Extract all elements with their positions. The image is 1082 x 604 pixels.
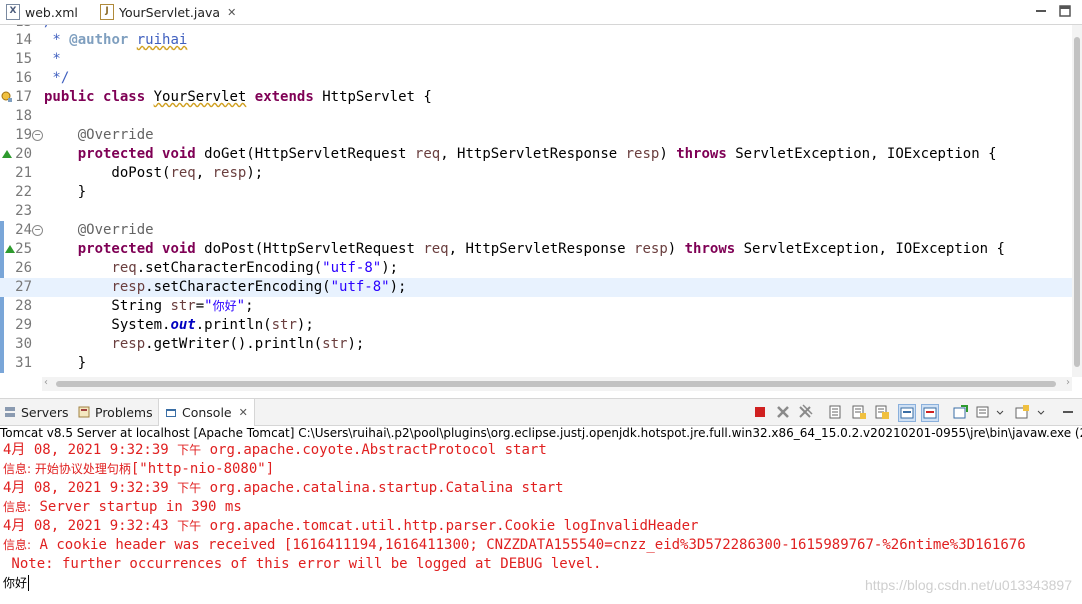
code-line: 30 resp.getWriter().println(str); xyxy=(15,336,365,352)
code-line: 18 xyxy=(15,108,32,124)
clear-console-icon[interactable] xyxy=(828,404,844,420)
editor-horizontal-scrollbar[interactable]: ‹ › xyxy=(42,377,1072,391)
tab-problems[interactable]: Problems xyxy=(78,399,153,425)
code-line: 31 } xyxy=(15,355,87,371)
tab-label: Servers xyxy=(21,404,69,420)
console-line: 信息: Server startup in 390 ms xyxy=(3,499,242,515)
close-icon[interactable]: ✕ xyxy=(239,406,248,419)
tab-label: YourServlet.java xyxy=(119,4,221,20)
code-line: 20 protected void doGet(HttpServletReque… xyxy=(0,145,1072,164)
servers-icon xyxy=(5,407,15,417)
editor-tab-bar: X web.xml J YourServlet.java ✕ xyxy=(0,0,1082,25)
pin-console-icon[interactable] xyxy=(952,404,968,420)
current-code-line: 27 resp.setCharacterEncoding("utf-8"); xyxy=(0,278,1072,297)
maximize-icon[interactable] xyxy=(1058,4,1072,18)
show-on-stderr-icon[interactable] xyxy=(921,404,939,422)
scroll-thumb[interactable] xyxy=(56,381,1056,387)
code-line: 24 − @Override xyxy=(15,222,154,238)
tab-web-xml[interactable]: X web.xml xyxy=(6,0,78,24)
tab-yourservlet-java[interactable]: J YourServlet.java ✕ xyxy=(100,0,243,24)
code-line: 22 } xyxy=(15,184,87,200)
console-line: 信息: 开始协议处理句柄["http-nio-8080"] xyxy=(3,461,275,477)
xml-file-icon: X xyxy=(6,4,20,20)
console-output-result: 你好 xyxy=(3,575,30,591)
code-line: 21 doPost(req, resp); xyxy=(15,165,264,181)
java-file-icon: J xyxy=(100,4,114,20)
scroll-left-icon[interactable]: ‹ xyxy=(44,377,48,388)
chevron-down-icon[interactable] xyxy=(995,404,1005,420)
code-line: 25 protected void doPost(HttpServletRequ… xyxy=(0,240,1072,259)
code-line: 15 * xyxy=(15,51,61,67)
tab-console[interactable]: Console ✕ xyxy=(158,399,255,426)
code-line: 17 public class YourServlet extends Http… xyxy=(0,88,1072,107)
code-line: 16 */ xyxy=(15,70,70,86)
tab-label: Problems xyxy=(95,404,153,420)
console-line: Note: further occurrences of this error … xyxy=(3,556,602,572)
code-line: 29 System.out.println(str); xyxy=(15,317,314,333)
views-tab-bar: Servers Problems Console ✕ xyxy=(0,398,1082,426)
display-selected-console-icon[interactable] xyxy=(975,404,991,420)
fold-toggle-icon[interactable]: − xyxy=(32,225,43,236)
word-wrap-icon[interactable] xyxy=(874,404,890,420)
scroll-right-icon[interactable]: › xyxy=(1066,377,1070,388)
code-line: 14 * @author ruihai xyxy=(15,32,188,48)
code-line: 28 String str="你好"; xyxy=(15,298,254,314)
console-line: 4月 08, 2021 9:32:43 下午 org.apache.tomcat… xyxy=(3,518,699,534)
tab-servers[interactable]: Servers xyxy=(4,399,69,425)
problems-icon xyxy=(78,406,90,418)
tab-label: Console xyxy=(182,405,232,420)
chevron-down-icon[interactable] xyxy=(1036,404,1046,420)
minimize-icon[interactable] xyxy=(1034,4,1048,18)
scroll-lock-icon[interactable] xyxy=(851,404,867,420)
editor-vertical-scrollbar[interactable] xyxy=(1072,25,1082,377)
console-line: 4月 08, 2021 9:32:39 下午 org.apache.catali… xyxy=(3,480,564,496)
console-icon xyxy=(166,408,176,417)
tab-label: web.xml xyxy=(25,4,78,20)
console-process-label: Tomcat v8.5 Server at localhost [Apache … xyxy=(0,426,1082,440)
code-line: 26 req.setCharacterEncoding("utf-8"); xyxy=(15,260,399,276)
remove-all-icon[interactable] xyxy=(797,404,813,420)
fold-toggle-icon[interactable]: − xyxy=(32,130,43,141)
terminate-icon[interactable] xyxy=(752,404,768,420)
open-console-icon[interactable] xyxy=(1014,404,1030,420)
close-icon[interactable]: ✕ xyxy=(227,6,236,19)
console-line: 信息: A cookie header was received [161641… xyxy=(3,537,1026,553)
show-on-stdout-icon[interactable] xyxy=(898,404,916,422)
code-line: 19 − @Override xyxy=(15,127,154,143)
console-line: 4月 08, 2021 9:32:39 下午 org.apache.coyote… xyxy=(3,442,547,458)
minimize-icon[interactable] xyxy=(1060,404,1076,420)
remove-launch-icon[interactable] xyxy=(775,404,791,420)
code-editor[interactable]: 13/ 14 * @author ruihai 15 * 16 */ 17 pu… xyxy=(0,25,1072,377)
code-line: 23 xyxy=(15,203,32,219)
scroll-thumb[interactable] xyxy=(1074,37,1080,367)
watermark: https://blog.csdn.net/u013343897 xyxy=(864,577,1072,593)
